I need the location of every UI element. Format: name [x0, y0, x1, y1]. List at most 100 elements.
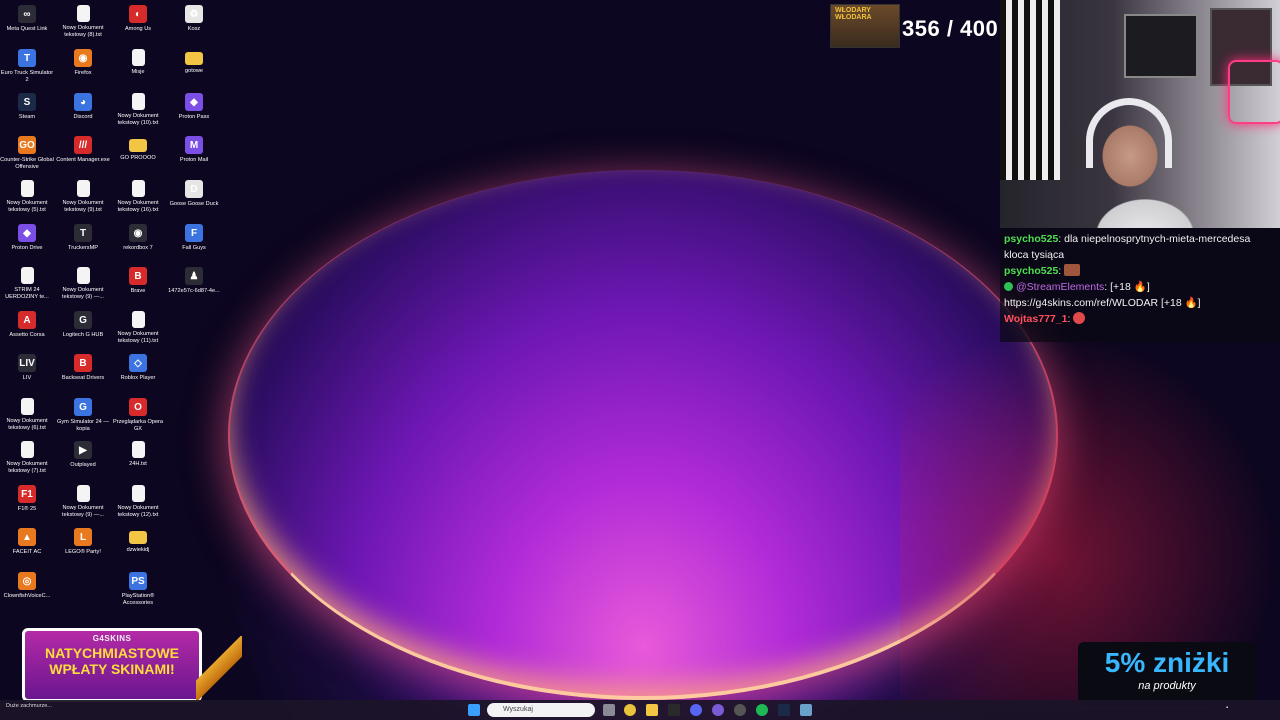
rekordbox-icon: ◉	[129, 224, 147, 242]
desktop-icon-outplayed[interactable]: ▶ Outplayed	[56, 438, 110, 469]
desktop-icon-backseat-drivers[interactable]: B Backseat Drivers	[56, 351, 110, 382]
text-file-icon	[131, 441, 145, 458]
brave-icon: B	[129, 267, 147, 285]
weather-widget[interactable]: Duże zachmurze...	[6, 703, 52, 709]
chat-message: Wojtas777_1:	[1004, 311, 1276, 327]
proton-pass-icon: ◆	[185, 93, 203, 111]
desktop-icon-content-manager[interactable]: ///Content Manager.exe	[56, 133, 110, 164]
desktop-icon-opera-gx[interactable]: O Przeglądarka Opera GX	[111, 395, 165, 433]
promo-discount-value: 5% zniżki	[1104, 647, 1230, 678]
desktop-icon-playstation[interactable]: PS PlayStation® Accessories	[111, 569, 165, 607]
chat-text: https://g4skins.com/ref/WLODAR [+18 🔥]	[1004, 297, 1201, 309]
desktop-icon-text-file-6[interactable]: Nowy Dokument tekstowy (6).txt	[0, 395, 54, 432]
system-tray[interactable]: ▪	[1226, 705, 1228, 711]
desktop-icon-image-file[interactable]: ♟ 1472e57c-6d87-4e...	[167, 264, 221, 295]
desktop-icon-roblox[interactable]: ◇ Roblox Player	[111, 351, 165, 382]
f1-icon: F1	[18, 485, 36, 503]
file-explorer-icon[interactable]	[646, 704, 658, 716]
firefox-icon: ◉	[74, 49, 92, 67]
steam-taskbar-icon[interactable]	[778, 704, 790, 716]
fall-guys-icon: F	[185, 224, 203, 242]
desktop-icon-logitech[interactable]: G Logitech G HUB	[56, 308, 110, 339]
task-view-icon[interactable]	[603, 704, 615, 716]
desktop-icon-fall-guys[interactable]: F Fall Guys	[167, 221, 221, 252]
webcam-neon-sign	[1228, 60, 1280, 124]
text-file-icon	[131, 485, 145, 502]
desktop-icon-text-file-11[interactable]: Nowy Dokument tekstowy (11).txt	[111, 308, 165, 345]
desktop-icon-gym-simulator[interactable]: G Gym Simulator 24 — kopia	[56, 395, 110, 433]
desktop-icon-strim[interactable]: STRIM 24 UERDOZINY te...	[0, 264, 54, 301]
terminal-icon[interactable]	[668, 704, 680, 716]
desktop-icon-goose-goose-duck[interactable]: D Goose Goose Duck	[167, 177, 221, 208]
desktop-icon-go-prooo[interactable]: GO PROOOO	[111, 133, 165, 162]
desktop-icon-f1[interactable]: F1 F1® 25	[0, 482, 54, 513]
desktop-icon-csgo[interactable]: GO Counter-Strike Global Offensive	[0, 133, 54, 171]
faceit-icon: ▲	[18, 528, 36, 546]
desktop-icon-dzwiekidj[interactable]: dzwiekidj	[111, 525, 165, 554]
desktop-icon-gotowe[interactable]: gotowe	[167, 46, 221, 75]
desktop-icon-text-file-5[interactable]: Nowy Dokument tekstowy (5).txt	[0, 177, 54, 214]
desktop-icon-text-file-9[interactable]: Nowy Dokument tekstowy (9).txt	[56, 177, 110, 214]
desktop-icon-steam[interactable]: S Steam	[0, 90, 54, 121]
desktop-icon-recycle-bin[interactable]: ♻ Kosz	[167, 2, 221, 33]
desktop-icon-faceit[interactable]: ▲ FACEIT AC	[0, 525, 54, 556]
chat-text: [+18 🔥]	[1110, 281, 1150, 293]
desktop-icon-brave[interactable]: B Brave	[111, 264, 165, 295]
desktop-icon-text-file-16[interactable]: Nowy Dokument tekstowy (16).txt	[111, 177, 165, 214]
desktop-icon-discord[interactable]: ◕ Discord	[56, 90, 110, 121]
app-taskbar-icon[interactable]	[800, 704, 812, 716]
desktop-icon-proton-pass[interactable]: ◆ Proton Pass	[167, 90, 221, 121]
chat-message: @StreamElements: [+18 🔥]	[1004, 279, 1276, 295]
text-file-icon	[76, 267, 90, 284]
text-file-icon	[131, 93, 145, 110]
backseat-drivers-icon: B	[74, 354, 92, 372]
desktop-icon-24h[interactable]: 24H.txt	[111, 438, 165, 468]
chat-message: https://g4skins.com/ref/WLODAR [+18 🔥]	[1004, 295, 1276, 311]
emote-icon	[1073, 312, 1086, 324]
desktop-icon-proton-mail[interactable]: M Proton Mail	[167, 133, 221, 164]
desktop-icon-euro-truck[interactable]: T Euro Truck Simulator 2	[0, 46, 54, 84]
text-file-icon	[76, 180, 90, 197]
desktop-icon-among-us[interactable]: ◐ Among Us	[111, 2, 165, 33]
csgo-icon: GO	[18, 136, 36, 154]
desktop-icon-text-file-12[interactable]: Nowy Dokument tekstowy (12).txt	[111, 482, 165, 519]
desktop-icon-liv[interactable]: LIV LIV	[0, 351, 54, 382]
chrome-icon[interactable]	[624, 704, 636, 716]
promo-brand: G4SKINS	[92, 634, 132, 643]
counter-thumbnail: WŁODARY WŁODARA	[830, 4, 900, 48]
desktop-icon-assetto-corsa[interactable]: A Assetto Corsa	[0, 308, 54, 339]
desktop-icon-truckersmp[interactable]: T TruckersMP	[56, 221, 110, 252]
desktop-icon-misje[interactable]: Misje	[111, 46, 165, 76]
desktop-icon-proton-drive[interactable]: ◆ Proton Drive	[0, 221, 54, 252]
desktop-icon-text-file-9b[interactable]: Nowy Dokument tekstowy (9) —...	[56, 264, 110, 301]
chat-username: psycho525	[1004, 265, 1059, 277]
desktop-icon-meta-quest-link[interactable]: ∞ Meta Quest Link	[0, 2, 54, 33]
clownfish-icon: ◎	[18, 572, 36, 590]
discord-taskbar-icon[interactable]	[690, 704, 702, 716]
spotify-icon[interactable]	[756, 704, 768, 716]
playstation-icon: PS	[129, 572, 147, 590]
desktop-icon-text-file-8[interactable]: Nowy Dokument tekstowy (8).txt	[56, 2, 110, 39]
desktop-icon-text-file-10[interactable]: Nowy Dokument tekstowy (10).txt	[111, 90, 165, 127]
proton-drive-icon: ◆	[18, 224, 36, 242]
desktop-icon-text-file-7[interactable]: Nowy Dokument tekstowy (7).txt	[0, 438, 54, 475]
text-file-icon	[76, 5, 90, 22]
image-file-icon: ♟	[185, 267, 203, 285]
verified-badge-icon	[1004, 282, 1013, 291]
browser-icon[interactable]	[712, 704, 724, 716]
desktop-icon-clownfish[interactable]: ◎ ClownfishVoiceC...	[0, 569, 54, 600]
desktop-icon-firefox[interactable]: ◉ Firefox	[56, 46, 110, 77]
folder-icon	[129, 139, 147, 152]
chat-username: @StreamElements	[1016, 281, 1105, 293]
text-file-icon	[131, 49, 145, 66]
desktop-icon-lego-party[interactable]: L LEGO® Party!	[56, 525, 110, 556]
liv-icon: LIV	[18, 354, 36, 372]
promo-discount: 5% zniżki na produkty	[1078, 642, 1256, 706]
truck-icon: T	[18, 49, 36, 67]
windows-start-icon[interactable]	[468, 704, 480, 716]
desktop-icon-rekordbox[interactable]: ◉ rekordbox 7	[111, 221, 165, 252]
desktop-icon-text-file-9c[interactable]: Nowy Dokument tekstowy (9) —...	[56, 482, 110, 519]
obs-icon[interactable]	[734, 704, 746, 716]
text-file-icon	[20, 267, 34, 284]
taskbar-search[interactable]: Wyszukaj	[487, 703, 595, 717]
